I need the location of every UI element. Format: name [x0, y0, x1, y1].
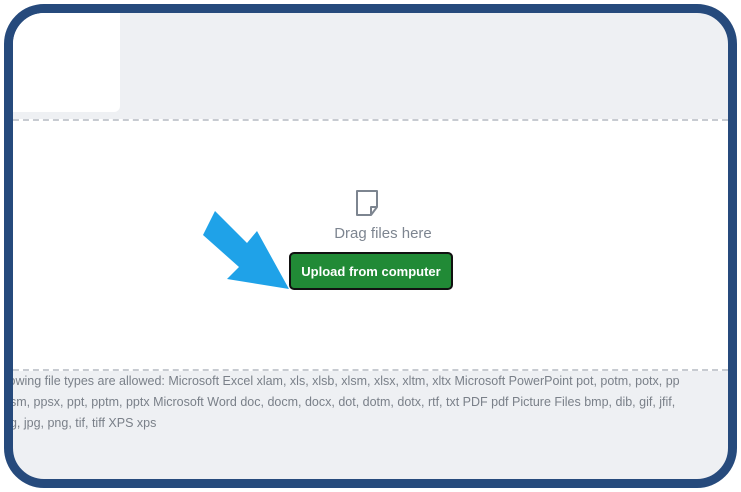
- allowed-line: psm, ppsx, ppt, pptm, pptx Microsoft Wor…: [4, 395, 676, 409]
- allowed-line: eg, jpg, png, tif, tiff XPS xps: [4, 416, 157, 430]
- upload-from-computer-button[interactable]: Upload from computer: [289, 252, 453, 290]
- drag-files-text: Drag files here: [334, 225, 432, 242]
- allowed-file-types-text: llowing file types are allowed: Microsof…: [4, 371, 728, 434]
- screenshot-frame: Drag files here Upload from computer llo…: [4, 4, 737, 488]
- file-dropzone[interactable]: [13, 119, 728, 371]
- top-card: [13, 13, 120, 112]
- allowed-line: llowing file types are allowed: Microsof…: [4, 374, 680, 388]
- file-icon: [356, 190, 378, 216]
- pointer-arrow-icon: [203, 211, 289, 289]
